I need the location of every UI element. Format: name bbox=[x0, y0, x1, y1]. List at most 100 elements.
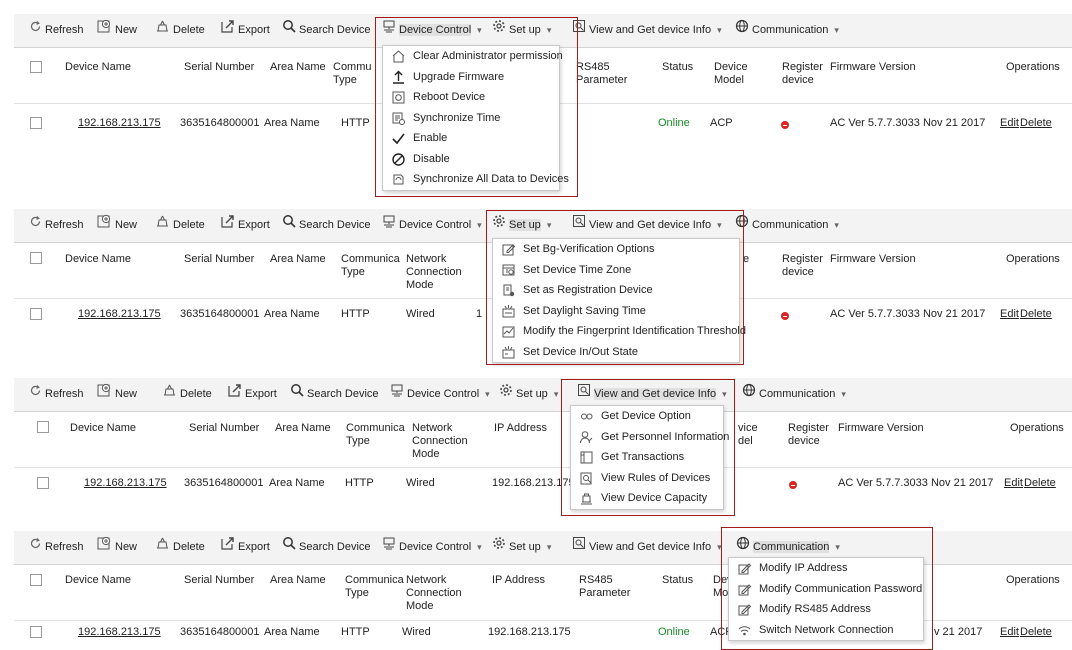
select-all-checkbox[interactable] bbox=[37, 421, 49, 433]
search-device-button[interactable]: Search Device bbox=[282, 531, 371, 564]
select-all-checkbox[interactable] bbox=[30, 252, 42, 264]
column-firmware[interactable]: Firmware Version bbox=[830, 61, 916, 74]
menu-item-in-out-state[interactable]: Set Device In/Out State bbox=[493, 342, 739, 363]
menu-item-get-personnel[interactable]: Get Personnel Information bbox=[571, 427, 729, 448]
communication-button[interactable]: Communication ▾ bbox=[742, 378, 846, 411]
set-up-button[interactable]: Set up ▾ bbox=[499, 378, 558, 411]
row-checkbox[interactable] bbox=[30, 626, 42, 638]
select-all-checkbox[interactable] bbox=[30, 574, 42, 586]
refresh-button[interactable]: Refresh bbox=[29, 209, 84, 242]
menu-item-modify-password[interactable]: Modify Communication Password bbox=[729, 579, 923, 600]
column-status[interactable]: Status bbox=[662, 61, 693, 74]
menu-item-switch-network[interactable]: Switch Network Connection bbox=[729, 620, 923, 641]
menu-item-get-transactions[interactable]: Get Transactions bbox=[571, 447, 723, 468]
delete-button[interactable]: Delete bbox=[162, 378, 212, 411]
delete-link[interactable]: Delete bbox=[1020, 308, 1052, 321]
new-button[interactable]: New bbox=[97, 209, 137, 242]
column-operations[interactable]: Operations bbox=[1006, 574, 1060, 587]
column-rs485[interactable]: RS485 Parameter bbox=[579, 574, 637, 600]
view-info-button[interactable]: View and Get device Info ▾ bbox=[572, 531, 722, 564]
column-operations[interactable]: Operations bbox=[1006, 61, 1060, 74]
table-row[interactable]: 192.168.213.175 3635164800001 Area Name … bbox=[14, 467, 1072, 507]
delete-button[interactable]: Delete bbox=[155, 14, 205, 47]
search-device-button[interactable]: Search Device bbox=[290, 378, 379, 411]
column-communication-type[interactable]: Communica Type bbox=[341, 253, 400, 279]
menu-item-modify-rs485[interactable]: Modify RS485 Address bbox=[729, 599, 923, 620]
column-device-name[interactable]: Device Name bbox=[65, 574, 131, 587]
column-communication-type[interactable]: Communica Type bbox=[345, 574, 404, 600]
column-network-mode[interactable]: Network Connection Mode bbox=[406, 253, 466, 292]
new-button[interactable]: New bbox=[97, 378, 137, 411]
menu-item-disable[interactable]: Disable bbox=[383, 149, 559, 170]
edit-link[interactable]: Edit bbox=[1000, 626, 1019, 639]
export-button[interactable]: Export bbox=[220, 209, 270, 242]
refresh-button[interactable]: Refresh bbox=[29, 531, 84, 564]
export-button[interactable]: Export bbox=[220, 14, 270, 47]
menu-item-bg-verification[interactable]: Set Bg-Verification Options bbox=[493, 239, 739, 260]
menu-item-view-rules[interactable]: View Rules of Devices bbox=[571, 468, 723, 489]
column-device-name[interactable]: Device Name bbox=[65, 61, 131, 74]
communication-button[interactable]: Communication ▾ bbox=[735, 14, 839, 47]
column-operations[interactable]: Operations bbox=[1010, 422, 1064, 435]
export-button[interactable]: Export bbox=[220, 531, 270, 564]
menu-item-enable[interactable]: Enable bbox=[383, 128, 559, 149]
column-area-name[interactable]: Area Name bbox=[270, 253, 326, 266]
row-checkbox[interactable] bbox=[37, 477, 49, 489]
column-register-device[interactable]: Register device bbox=[782, 253, 824, 279]
new-button[interactable]: New bbox=[97, 531, 137, 564]
column-network-mode[interactable]: Network Connection Mode bbox=[406, 574, 466, 613]
delete-link[interactable]: Delete bbox=[1024, 477, 1056, 490]
communication-button[interactable]: Communication ▾ bbox=[735, 209, 839, 242]
column-communication-type[interactable]: Commu Type bbox=[333, 61, 373, 87]
view-info-button[interactable]: View and Get device Info ▾ bbox=[572, 14, 722, 47]
column-network-mode[interactable]: Network Connection Mode bbox=[412, 422, 472, 461]
column-operations[interactable]: Operations bbox=[1006, 253, 1060, 266]
device-name-link[interactable]: 192.168.213.175 bbox=[78, 117, 161, 130]
device-control-button[interactable]: Device Control ▾ bbox=[382, 14, 482, 47]
refresh-button[interactable]: Refresh bbox=[29, 14, 84, 47]
column-serial-number[interactable]: Serial Number bbox=[184, 61, 254, 74]
menu-item-reboot-device[interactable]: Reboot Device bbox=[383, 87, 559, 108]
menu-item-time-zone[interactable]: Set Device Time Zone bbox=[493, 260, 739, 281]
column-serial-number[interactable]: Serial Number bbox=[184, 253, 254, 266]
column-device-name[interactable]: Device Name bbox=[70, 422, 136, 435]
row-checkbox[interactable] bbox=[30, 308, 42, 320]
column-ip-address[interactable]: IP Address bbox=[492, 574, 545, 587]
column-rs485[interactable]: RS485 Parameter bbox=[576, 61, 634, 87]
column-ip-address[interactable]: IP Address bbox=[494, 422, 547, 435]
search-device-button[interactable]: Search Device bbox=[282, 14, 371, 47]
column-device-model[interactable]: Device Model bbox=[714, 61, 750, 87]
new-button[interactable]: New bbox=[97, 14, 137, 47]
delete-button[interactable]: Delete bbox=[155, 531, 205, 564]
device-control-button[interactable]: Device Control ▾ bbox=[382, 209, 482, 242]
column-register-device[interactable]: Register device bbox=[782, 61, 824, 87]
column-serial-number[interactable]: Serial Number bbox=[189, 422, 259, 435]
set-up-button[interactable]: Set up ▾ bbox=[492, 14, 551, 47]
device-control-button[interactable]: Device Control ▾ bbox=[390, 378, 490, 411]
device-control-button[interactable]: Device Control ▾ bbox=[382, 531, 482, 564]
menu-item-upgrade-firmware[interactable]: Upgrade Firmware bbox=[383, 67, 559, 88]
menu-item-get-device-option[interactable]: Get Device Option bbox=[571, 406, 723, 427]
export-button[interactable]: Export bbox=[227, 378, 277, 411]
column-firmware[interactable]: Firmware Version bbox=[830, 253, 916, 266]
set-up-button[interactable]: Set up ▾ bbox=[492, 531, 551, 564]
column-area-name[interactable]: Area Name bbox=[270, 61, 326, 74]
edit-link[interactable]: Edit bbox=[1004, 477, 1023, 490]
menu-item-daylight-saving[interactable]: Set Daylight Saving Time bbox=[493, 301, 739, 322]
column-area-name[interactable]: Area Name bbox=[275, 422, 331, 435]
menu-item-sync-all-data[interactable]: Synchronize All Data to Devices bbox=[383, 169, 569, 190]
menu-item-fingerprint-threshold[interactable]: Modify the Fingerprint Identification Th… bbox=[493, 321, 746, 342]
delete-button[interactable]: Delete bbox=[155, 209, 205, 242]
row-checkbox[interactable] bbox=[30, 117, 42, 129]
menu-item-view-capacity[interactable]: View Device Capacity bbox=[571, 488, 723, 509]
column-communication-type[interactable]: Communica Type bbox=[346, 422, 405, 448]
column-status[interactable]: Status bbox=[662, 574, 693, 587]
delete-link[interactable]: Delete bbox=[1020, 626, 1052, 639]
refresh-button[interactable]: Refresh bbox=[29, 378, 84, 411]
edit-link[interactable]: Edit bbox=[1000, 117, 1019, 130]
column-serial-number[interactable]: Serial Number bbox=[184, 574, 254, 587]
search-device-button[interactable]: Search Device bbox=[282, 209, 371, 242]
device-name-link[interactable]: 192.168.213.175 bbox=[84, 477, 167, 490]
edit-link[interactable]: Edit bbox=[1000, 308, 1019, 321]
column-firmware[interactable]: Firmware Version bbox=[838, 422, 924, 435]
